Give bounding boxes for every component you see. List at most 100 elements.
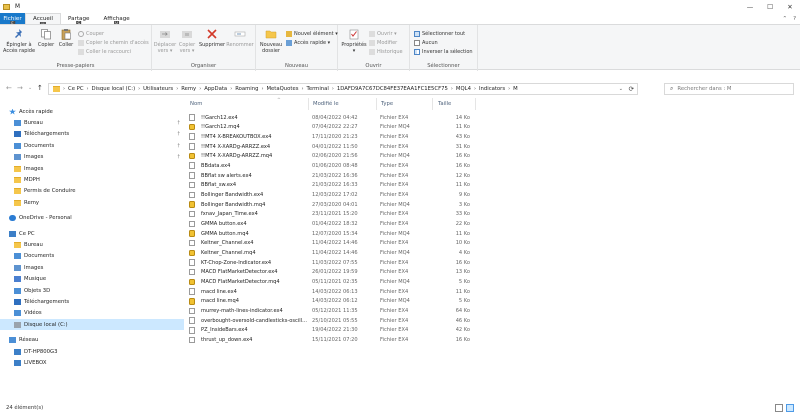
sidebar-item[interactable]: Ce PC bbox=[0, 228, 184, 239]
file-row[interactable]: fxnav_Japan_Time.ex4 23/11/2021 15:20 Fich… bbox=[186, 209, 476, 219]
sidebar-item[interactable]: Accès rapide bbox=[0, 106, 184, 117]
crumb-users[interactable]: Utilisateurs bbox=[143, 86, 173, 92]
file-row[interactable]: !!MT4 X-XARDg-ARRZZ.ex4 04/01/2022 11:50 F… bbox=[186, 142, 476, 152]
details-view-icon[interactable] bbox=[775, 404, 783, 412]
pin-quick-access-button[interactable]: Épingler à Accès rapide bbox=[3, 28, 35, 54]
move-to-button[interactable]: Déplacer vers ▾ bbox=[154, 28, 176, 54]
tab-home[interactable]: Accueil H bbox=[25, 13, 61, 27]
copy-to-button[interactable]: Copier vers ▾ bbox=[177, 28, 197, 54]
sidebar-item[interactable]: Téléchargements bbox=[0, 296, 184, 307]
tab-share[interactable]: Partage S bbox=[61, 13, 96, 26]
address-bar[interactable]: › Ce PC › Disque local (C:) › Utilisateurs… bbox=[48, 83, 638, 95]
new-folder-button[interactable]: Nouveau dossier bbox=[259, 28, 283, 54]
sidebar-item[interactable]: Images bbox=[0, 163, 184, 174]
minimize-button[interactable]: — bbox=[740, 0, 760, 13]
sidebar-item[interactable]: LIVEBOX bbox=[0, 357, 184, 368]
crumb-roaming[interactable]: Roaming bbox=[235, 86, 258, 92]
search-box[interactable]: ⌕ Rechercher dans : M bbox=[664, 83, 794, 95]
file-row[interactable]: overbought-oversold-candlesticks-oscill.… bbox=[186, 316, 476, 326]
sidebar-item[interactable]: Bureau bbox=[0, 239, 184, 250]
file-row[interactable]: BBflat sw alerts.ex4 21/03/2022 16:36 Fich… bbox=[186, 171, 476, 181]
sidebar-item[interactable]: Images bbox=[0, 262, 184, 273]
crumb-terminal-id[interactable]: 1DAFD9A7C67DC84FE37EAA1FC1E5CF75 bbox=[337, 86, 448, 92]
new-item-button[interactable]: Nouvel élément ▾ bbox=[286, 30, 338, 38]
collapse-ribbon-icon[interactable]: ⌃ bbox=[782, 16, 787, 22]
file-row[interactable]: PZ_InsideBars.ex4 19/04/2022 21:30 Fichier… bbox=[186, 325, 476, 335]
sidebar-item[interactable]: Remy bbox=[0, 197, 184, 208]
crumb-appdata[interactable]: AppData bbox=[204, 86, 227, 92]
modify-button[interactable]: Modifier bbox=[369, 39, 397, 47]
file-row[interactable]: Bollinger Bandwidth.mq4 27/03/2020 04:01 F… bbox=[186, 200, 476, 210]
file-row[interactable]: BBdata.ex4 01/06/2020 08:48 Fichier EX4 16 … bbox=[186, 161, 476, 171]
open-button[interactable]: Ouvrir ▾ bbox=[369, 30, 397, 38]
column-header-name[interactable]: Nom bbox=[190, 98, 202, 110]
sidebar-item[interactable]: Réseau bbox=[0, 335, 184, 346]
sidebar-item[interactable]: Objets 3D bbox=[0, 285, 184, 296]
paste-button[interactable]: Coller bbox=[57, 28, 75, 48]
cut-button[interactable]: Couper bbox=[78, 30, 104, 38]
address-dropdown-icon[interactable]: ⌄ bbox=[619, 86, 623, 92]
sidebar-item[interactable]: Disque local (C:) bbox=[0, 319, 184, 331]
maximize-button[interactable]: ☐ bbox=[760, 0, 780, 13]
properties-button[interactable]: Propriétés ▾ bbox=[341, 28, 367, 54]
column-divider[interactable] bbox=[475, 98, 476, 110]
file-row[interactable]: Bollinger Bandwidth.ex4 12/03/2022 17:02 F… bbox=[186, 190, 476, 200]
file-row[interactable]: KT-Chop-Zone-Indicator.ex4 11/03/2022 07:… bbox=[186, 258, 476, 268]
paste-shortcut-button[interactable]: Coller le raccourci bbox=[78, 48, 131, 56]
crumb-indicators[interactable]: Indicators bbox=[479, 86, 505, 92]
select-none-button[interactable]: Aucun bbox=[414, 39, 438, 47]
sidebar-item[interactable]: Documents † bbox=[0, 140, 184, 151]
easy-access-button[interactable]: Accès rapide ▾ bbox=[286, 39, 330, 47]
file-row[interactable]: murrey-math-lines-indicator.ex4 05/12/202… bbox=[186, 306, 476, 316]
sidebar-item[interactable]: Permis de Conduire bbox=[0, 186, 184, 197]
column-divider[interactable] bbox=[432, 98, 433, 110]
sidebar-item[interactable]: Musique bbox=[0, 274, 184, 285]
sidebar-item[interactable]: Bureau † bbox=[0, 117, 184, 128]
up-button[interactable]: ↑ bbox=[37, 84, 43, 92]
sidebar-item[interactable]: MDPH bbox=[0, 174, 184, 185]
history-button[interactable]: Historique bbox=[369, 48, 403, 56]
refresh-icon[interactable]: ⟳ bbox=[629, 85, 634, 93]
file-row[interactable]: GMMA button.mq4 12/07/2020 15:34 Fichier M… bbox=[186, 229, 476, 239]
sidebar-item[interactable]: Images † bbox=[0, 152, 184, 163]
file-row[interactable]: thrust_up_down.ex4 15/11/2021 07:20 Fichie… bbox=[186, 335, 476, 345]
close-button[interactable]: ✕ bbox=[780, 0, 800, 13]
file-row[interactable]: macd line.mq4 14/03/2022 06:12 Fichier MQ4… bbox=[186, 296, 476, 306]
help-icon[interactable]: ? bbox=[793, 16, 796, 22]
crumb-this-pc[interactable]: Ce PC bbox=[68, 86, 84, 92]
file-row[interactable]: BBflat_sw.ex4 21/03/2022 16:33 Fichier EX4… bbox=[186, 180, 476, 190]
recent-locations-button[interactable]: ⌄ bbox=[28, 85, 32, 91]
sidebar-item[interactable]: DT-HP800G3 bbox=[0, 346, 184, 357]
delete-button[interactable]: Supprimer bbox=[199, 28, 225, 48]
crumb-local-disk[interactable]: Disque local (C:) bbox=[92, 86, 136, 92]
column-header-date[interactable]: Modifié le bbox=[313, 98, 339, 110]
sidebar-item[interactable]: Documents bbox=[0, 251, 184, 262]
select-all-button[interactable]: Sélectionner tout bbox=[414, 30, 465, 38]
file-row[interactable]: Keltner_Channel.ex4 11/04/2022 14:46 Fichi… bbox=[186, 238, 476, 248]
copy-button[interactable]: Copier bbox=[37, 28, 55, 48]
sidebar-item[interactable]: OneDrive - Personal bbox=[0, 213, 184, 224]
file-row[interactable]: MACD FlatMarketDetector.ex4 26/01/2022 19… bbox=[186, 267, 476, 277]
sidebar-item[interactable]: Vidéos bbox=[0, 308, 184, 319]
crumb-m[interactable]: M bbox=[513, 86, 518, 92]
column-header-type[interactable]: Type bbox=[381, 98, 393, 110]
file-row[interactable]: !!Garch12.mq4 07/04/2022 22:27 Fichier MQ4… bbox=[186, 122, 476, 132]
sidebar-item[interactable]: Téléchargements † bbox=[0, 129, 184, 140]
file-row[interactable]: !!MT4 X-BREAKOUTBOX.ex4 17/11/2020 21:23 F… bbox=[186, 132, 476, 142]
tab-view[interactable]: Affichage V bbox=[96, 13, 136, 26]
file-row[interactable]: macd line.ex4 14/03/2022 06:13 Fichier EX4… bbox=[186, 287, 476, 297]
invert-selection-button[interactable]: Inverser la sélection bbox=[414, 48, 473, 56]
tab-file[interactable]: Fichier F bbox=[0, 13, 25, 26]
file-row[interactable]: Keltner_Channel.mq4 11/04/2022 14:46 Fichi… bbox=[186, 248, 476, 258]
rename-button[interactable]: Renommer bbox=[226, 28, 254, 48]
file-row[interactable]: MACD FlatMarketDetector.mq4 05/11/2021 02… bbox=[186, 277, 476, 287]
back-button[interactable]: ← bbox=[6, 84, 12, 92]
column-divider[interactable] bbox=[308, 98, 309, 110]
file-row[interactable]: !!Garch12.ex4 08/04/2022 04:42 Fichier EX4… bbox=[186, 113, 476, 123]
column-divider[interactable] bbox=[376, 98, 377, 110]
file-row[interactable]: !!MT4 X-XARDg-ARRZZ.mq4 02/06/2020 21:56 F… bbox=[186, 151, 476, 161]
large-icons-view-icon[interactable] bbox=[786, 404, 794, 412]
crumb-mql4[interactable]: MQL4 bbox=[456, 86, 471, 92]
copy-path-button[interactable]: Copier le chemin d'accès bbox=[78, 39, 149, 47]
forward-button[interactable]: → bbox=[17, 84, 23, 92]
